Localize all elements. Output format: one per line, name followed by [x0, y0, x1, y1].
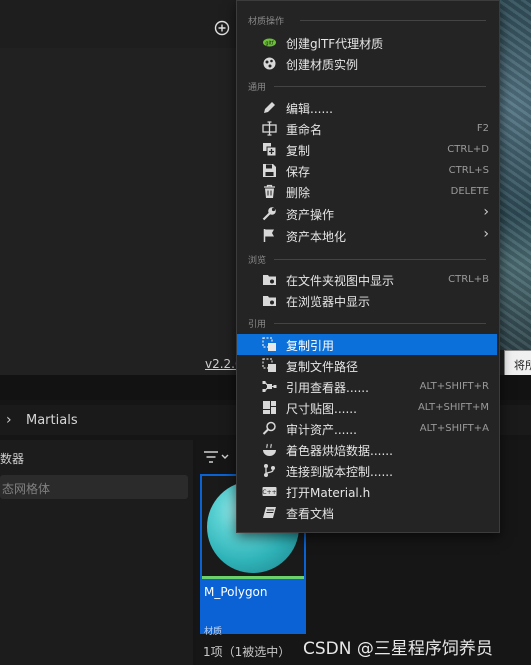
pencil-icon — [264, 102, 275, 113]
menu-item-open-header[interactable]: C++ 打开Material.h — [237, 481, 497, 502]
section-reference: 引用 — [248, 320, 267, 330]
menu-item-shortcut: ALT+SHIFT+R — [419, 381, 489, 392]
sources-panel — [0, 440, 193, 665]
menu-item-shortcut: CTRL+B — [448, 274, 489, 285]
menu-item-label: 着色器烘焙数据...... — [286, 444, 393, 458]
sources-panel-title: 数器 — [0, 452, 25, 466]
menu-item-label: 连接到版本控制...... — [286, 465, 393, 479]
menu-item-show-in-browser[interactable]: 在浏览器中显示 — [237, 290, 497, 311]
menu-item-size-map[interactable]: 尺寸贴图...... ALT+SHIFT+M — [237, 397, 497, 418]
menu-item-label: 创建glTF代理材质 — [286, 37, 384, 51]
chevron-right-icon: › — [483, 226, 489, 242]
menu-item-label: 复制文件路径 — [286, 360, 359, 374]
source-control-icon — [264, 464, 275, 477]
menu-item-label: 删除 — [286, 186, 311, 200]
menu-item-create-material-instance[interactable]: 创建材质实例 — [237, 53, 497, 74]
menu-item-asset-actions[interactable]: 资产操作 › — [237, 203, 497, 224]
menu-item-shortcut: F2 — [476, 123, 489, 134]
menu-item-duplicate[interactable]: 复制 CTRL+D — [237, 139, 497, 160]
asset-type-color-bar — [202, 576, 304, 579]
audit-icon — [262, 421, 276, 435]
rename-icon — [262, 121, 277, 136]
gltf-icon: gltf — [263, 38, 276, 47]
menu-item-label: 重命名 — [286, 123, 323, 137]
viewport-scene-texture — [495, 0, 531, 350]
chevron-right-icon: › — [483, 204, 489, 220]
menu-item-label: 保存 — [286, 165, 311, 179]
add-icon[interactable] — [214, 20, 230, 36]
menu-item-view-documentation[interactable]: 查看文档 — [237, 502, 497, 523]
asset-type: 材质 — [204, 627, 223, 637]
copy-path-icon — [262, 358, 276, 372]
menu-item-label: 审计资产...... — [286, 423, 357, 437]
menu-item-shortcut: CTRL+S — [448, 165, 489, 176]
section-general: 通用 — [248, 83, 267, 93]
menu-item-reference-viewer[interactable]: 引用查看器...... ALT+SHIFT+R — [237, 376, 497, 397]
menu-item-label: 资产操作 — [286, 208, 335, 222]
divider — [274, 323, 486, 324]
menu-item-shader-cook-data[interactable]: 着色器烘焙数据...... — [237, 439, 497, 460]
menu-item-connect-source-control[interactable]: 连接到版本控制...... — [237, 460, 497, 481]
save-icon — [263, 164, 276, 177]
section-material: 材质操作 — [248, 17, 285, 27]
cpp-file-icon: C++ — [262, 487, 277, 496]
menu-item-shortcut: ALT+SHIFT+A — [419, 423, 489, 434]
chevron-right-icon[interactable]: › — [6, 412, 12, 428]
asset-name: M_Polygon — [204, 585, 268, 599]
menu-item-asset-localization[interactable]: 资产本地化 › — [237, 225, 497, 246]
menu-item-label: 复制 — [286, 144, 311, 158]
material-instance-icon — [263, 57, 276, 70]
filter-icon[interactable] — [203, 449, 229, 465]
wrench-icon — [262, 207, 276, 221]
menu-item-shortcut: ALT+SHIFT+M — [417, 402, 489, 413]
menu-item-label: 创建材质实例 — [286, 58, 359, 72]
reference-graph-icon — [262, 381, 277, 392]
menu-item-label: 查看文档 — [286, 507, 335, 521]
menu-item-label: 引用查看器...... — [286, 381, 369, 395]
folder-search-icon — [263, 275, 276, 285]
search-placeholder: 态网格体 — [2, 482, 51, 496]
menu-item-save[interactable]: 保存 CTRL+S — [237, 160, 497, 181]
menu-item-label: 资产本地化 — [286, 230, 347, 244]
menu-item-label: 复制引用 — [286, 339, 335, 353]
menu-item-create-gltf-proxy[interactable]: gltf 创建glTF代理材质 — [237, 32, 497, 53]
trash-icon — [264, 184, 275, 198]
copy-reference-icon — [262, 337, 276, 351]
divider — [274, 86, 486, 87]
watermark: CSDN @三星程序饲养员 — [303, 639, 493, 659]
divider — [274, 259, 486, 260]
breadcrumb-folder[interactable]: Martials — [26, 413, 78, 428]
menu-item-show-in-folder-view[interactable]: 在文件夹视图中显示 CTRL+B — [237, 269, 497, 290]
menu-item-shortcut: DELETE — [450, 186, 489, 197]
section-browse: 浏览 — [248, 256, 267, 266]
menu-item-edit[interactable]: 编辑...... — [237, 97, 497, 118]
svg-text:C++: C++ — [262, 489, 276, 496]
menu-item-label: 编辑...... — [286, 102, 333, 116]
menu-item-label: 打开Material.h — [286, 486, 371, 500]
folder-search-icon — [263, 296, 276, 306]
size-map-icon — [263, 401, 276, 414]
svg-text:gltf: gltf — [265, 41, 274, 47]
book-icon — [263, 507, 276, 518]
menu-item-label: 在浏览器中显示 — [286, 295, 371, 309]
selection-count: 1项（1被选中） — [203, 645, 291, 659]
duplicate-icon — [263, 143, 277, 157]
menu-item-label: 尺寸贴图...... — [286, 402, 357, 416]
menu-item-copy-reference[interactable]: 复制引用 — [237, 334, 497, 355]
menu-item-delete[interactable]: 删除 DELETE — [237, 181, 497, 202]
menu-item-shortcut: CTRL+D — [447, 144, 489, 155]
menu-item-audit-assets[interactable]: 审计资产...... ALT+SHIFT+A — [237, 418, 497, 439]
menu-item-rename[interactable]: 重命名 F2 — [237, 118, 497, 139]
menu-item-copy-file-path[interactable]: 复制文件路径 — [237, 355, 497, 376]
menu-item-label: 在文件夹视图中显示 — [286, 274, 395, 288]
shader-bowl-icon — [263, 443, 276, 456]
flag-icon — [263, 229, 274, 242]
divider — [300, 20, 486, 21]
